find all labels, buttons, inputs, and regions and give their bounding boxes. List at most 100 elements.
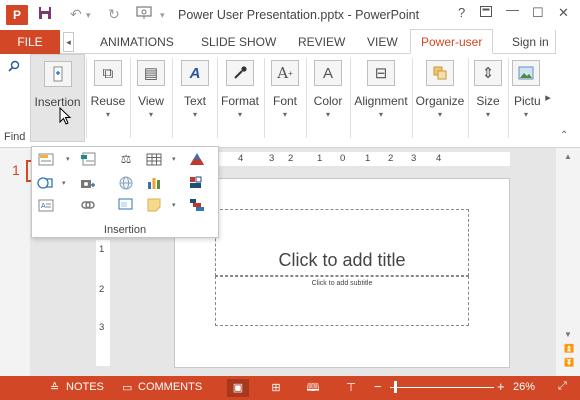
tab-animations[interactable]: ANIMATIONS <box>100 30 174 54</box>
link-icon[interactable] <box>78 197 98 213</box>
title-placeholder[interactable]: Click to add title <box>215 209 469 276</box>
chevron-down-icon: ▾ <box>192 110 197 119</box>
font-icon: A + <box>271 60 299 86</box>
chevron-down-icon[interactable]: ▾ <box>62 179 66 187</box>
picture-frame-icon[interactable] <box>116 197 136 213</box>
alignment-button[interactable]: ⊟ Alignment ▾ <box>352 54 410 142</box>
next-slide-icon[interactable]: ⏬ <box>564 358 574 367</box>
collapse-ribbon-icon[interactable]: ⌃ <box>560 130 568 141</box>
tab-view[interactable]: VIEW <box>367 30 398 54</box>
ruler-label: 3 <box>99 322 105 333</box>
save-icon[interactable] <box>38 6 52 23</box>
present-icon[interactable] <box>136 6 152 23</box>
slide-canvas[interactable]: Click to add title Click to add subtitle <box>174 178 510 368</box>
status-bar: ≙ NOTES ▭ COMMENTS ▣ ⊞ 🕮 ⊤ − + 26% ⤢ <box>0 376 580 400</box>
tab-slide-show[interactable]: SLIDE SHOW <box>201 30 276 54</box>
organize-label: Organize <box>415 94 465 108</box>
subtitle-placeholder-text: Click to add subtitle <box>311 280 373 287</box>
shapes-icon[interactable] <box>36 175 56 191</box>
insertion-button[interactable]: Insertion <box>30 54 85 142</box>
size-button[interactable]: ⇕ Size ▾ <box>470 54 506 142</box>
comments-button[interactable]: COMMENTS <box>138 381 202 393</box>
ribbon: Find Insertion ⧉ Reuse ▾ ▤ View ▾ A Text… <box>0 54 580 148</box>
view-button[interactable]: ▤ View ▾ <box>132 54 170 142</box>
font-button[interactable]: A + Font ▾ <box>266 54 304 142</box>
sticky-note-icon[interactable] <box>144 197 164 213</box>
globe-icon[interactable] <box>116 175 136 191</box>
ribbon-separator <box>306 58 307 138</box>
zoom-in-icon[interactable]: + <box>497 379 505 394</box>
flag-icon[interactable] <box>187 175 207 191</box>
pyramid-icon[interactable] <box>187 151 207 167</box>
undo-dropdown-icon[interactable]: ▾ <box>86 10 91 21</box>
chevron-down-icon[interactable]: ▾ <box>172 155 176 163</box>
color-icon: A <box>314 60 342 86</box>
format-icon <box>226 60 254 86</box>
tab-scroll-left-icon[interactable]: ◂ <box>63 32 74 52</box>
notes-button[interactable]: NOTES <box>66 381 104 393</box>
chevron-down-icon: ▾ <box>378 110 383 119</box>
table-grid-icon[interactable] <box>144 151 164 167</box>
picture-button[interactable]: Pictu ▾ <box>510 54 542 142</box>
tab-file[interactable]: FILE <box>0 30 60 54</box>
ribbon-separator <box>172 58 173 138</box>
notes-icon[interactable]: ≙ <box>50 381 59 394</box>
vertical-scrollbar[interactable]: ▲ ▼ ⏫ ⏬ <box>556 148 580 376</box>
slide-show-view-icon[interactable]: ⊤ <box>340 379 362 397</box>
slide-thumbnail-pane[interactable]: 1 <box>0 148 32 376</box>
reading-view-icon[interactable]: 🕮 <box>302 379 324 397</box>
bar-chart-icon[interactable] <box>144 175 164 191</box>
fit-slide-icon[interactable]: ⤢ <box>558 380 567 393</box>
ruler-label: 2 <box>288 153 294 164</box>
close-icon[interactable]: ✕ <box>558 5 569 21</box>
scroll-up-icon[interactable]: ▲ <box>564 152 572 161</box>
organize-button[interactable]: Organize ▾ <box>414 54 466 142</box>
undo-icon[interactable]: ↶ <box>70 6 82 23</box>
help-icon[interactable]: ? <box>458 5 465 20</box>
alignment-icon: ⊟ <box>367 60 395 86</box>
color-button[interactable]: A Color ▾ <box>308 54 348 142</box>
ruler-label: 4 <box>436 153 442 164</box>
normal-view-icon[interactable]: ▣ <box>227 379 249 397</box>
stacked-shapes-icon[interactable] <box>187 197 207 213</box>
ribbon-separator <box>412 58 413 138</box>
scales-icon[interactable]: ⚖ <box>116 151 136 167</box>
customize-qat-icon[interactable]: ▾ <box>160 10 165 21</box>
organize-icon <box>426 60 454 86</box>
chevron-down-icon[interactable]: ▾ <box>172 201 176 209</box>
minimize-icon[interactable]: — <box>506 2 519 17</box>
camera-icon[interactable] <box>78 175 98 191</box>
comments-icon[interactable]: ▭ <box>122 381 132 394</box>
subtitle-placeholder[interactable]: Click to add subtitle <box>215 276 469 326</box>
reuse-button[interactable]: ⧉ Reuse ▾ <box>88 54 128 142</box>
redo-icon[interactable]: ↻ <box>108 6 120 23</box>
tab-review[interactable]: REVIEW <box>298 30 345 54</box>
scroll-down-icon[interactable]: ▼ <box>564 330 572 339</box>
ruler-label: 2 <box>388 153 394 164</box>
restore-icon[interactable]: ☐ <box>532 5 544 21</box>
ribbon-separator <box>350 58 351 138</box>
chevron-down-icon[interactable]: ▾ <box>66 155 70 163</box>
zoom-slider-thumb[interactable] <box>394 381 397 393</box>
chevron-down-icon: ▾ <box>325 110 330 119</box>
sign-in-link[interactable]: Sign in <box>512 35 549 49</box>
insertion-group-label: Insertion <box>103 224 147 236</box>
zoom-slider[interactable] <box>390 387 494 388</box>
insert-text-icon[interactable] <box>36 151 56 167</box>
textbox-icon[interactable]: A <box>36 197 56 213</box>
insert-table-layout-icon[interactable] <box>78 151 98 167</box>
previous-slide-icon[interactable]: ⏫ <box>564 344 574 353</box>
tab-power-user[interactable]: Power-user <box>410 29 494 54</box>
format-button[interactable]: Format ▾ <box>218 54 262 142</box>
ruler-label: 0 <box>340 153 346 164</box>
ruler-label: 3 <box>269 153 275 164</box>
ribbon-scroll-right-icon[interactable]: ▸ <box>541 54 555 142</box>
text-label: Text <box>183 94 206 108</box>
text-button[interactable]: A Text ▾ <box>174 54 216 142</box>
ribbon-display-options-icon[interactable] <box>480 5 492 20</box>
zoom-level[interactable]: 26% <box>513 381 535 393</box>
zoom-out-icon[interactable]: − <box>374 379 382 394</box>
slide-sorter-view-icon[interactable]: ⊞ <box>265 379 287 397</box>
search-icon[interactable] <box>8 60 20 75</box>
insertion-icon <box>43 61 72 87</box>
